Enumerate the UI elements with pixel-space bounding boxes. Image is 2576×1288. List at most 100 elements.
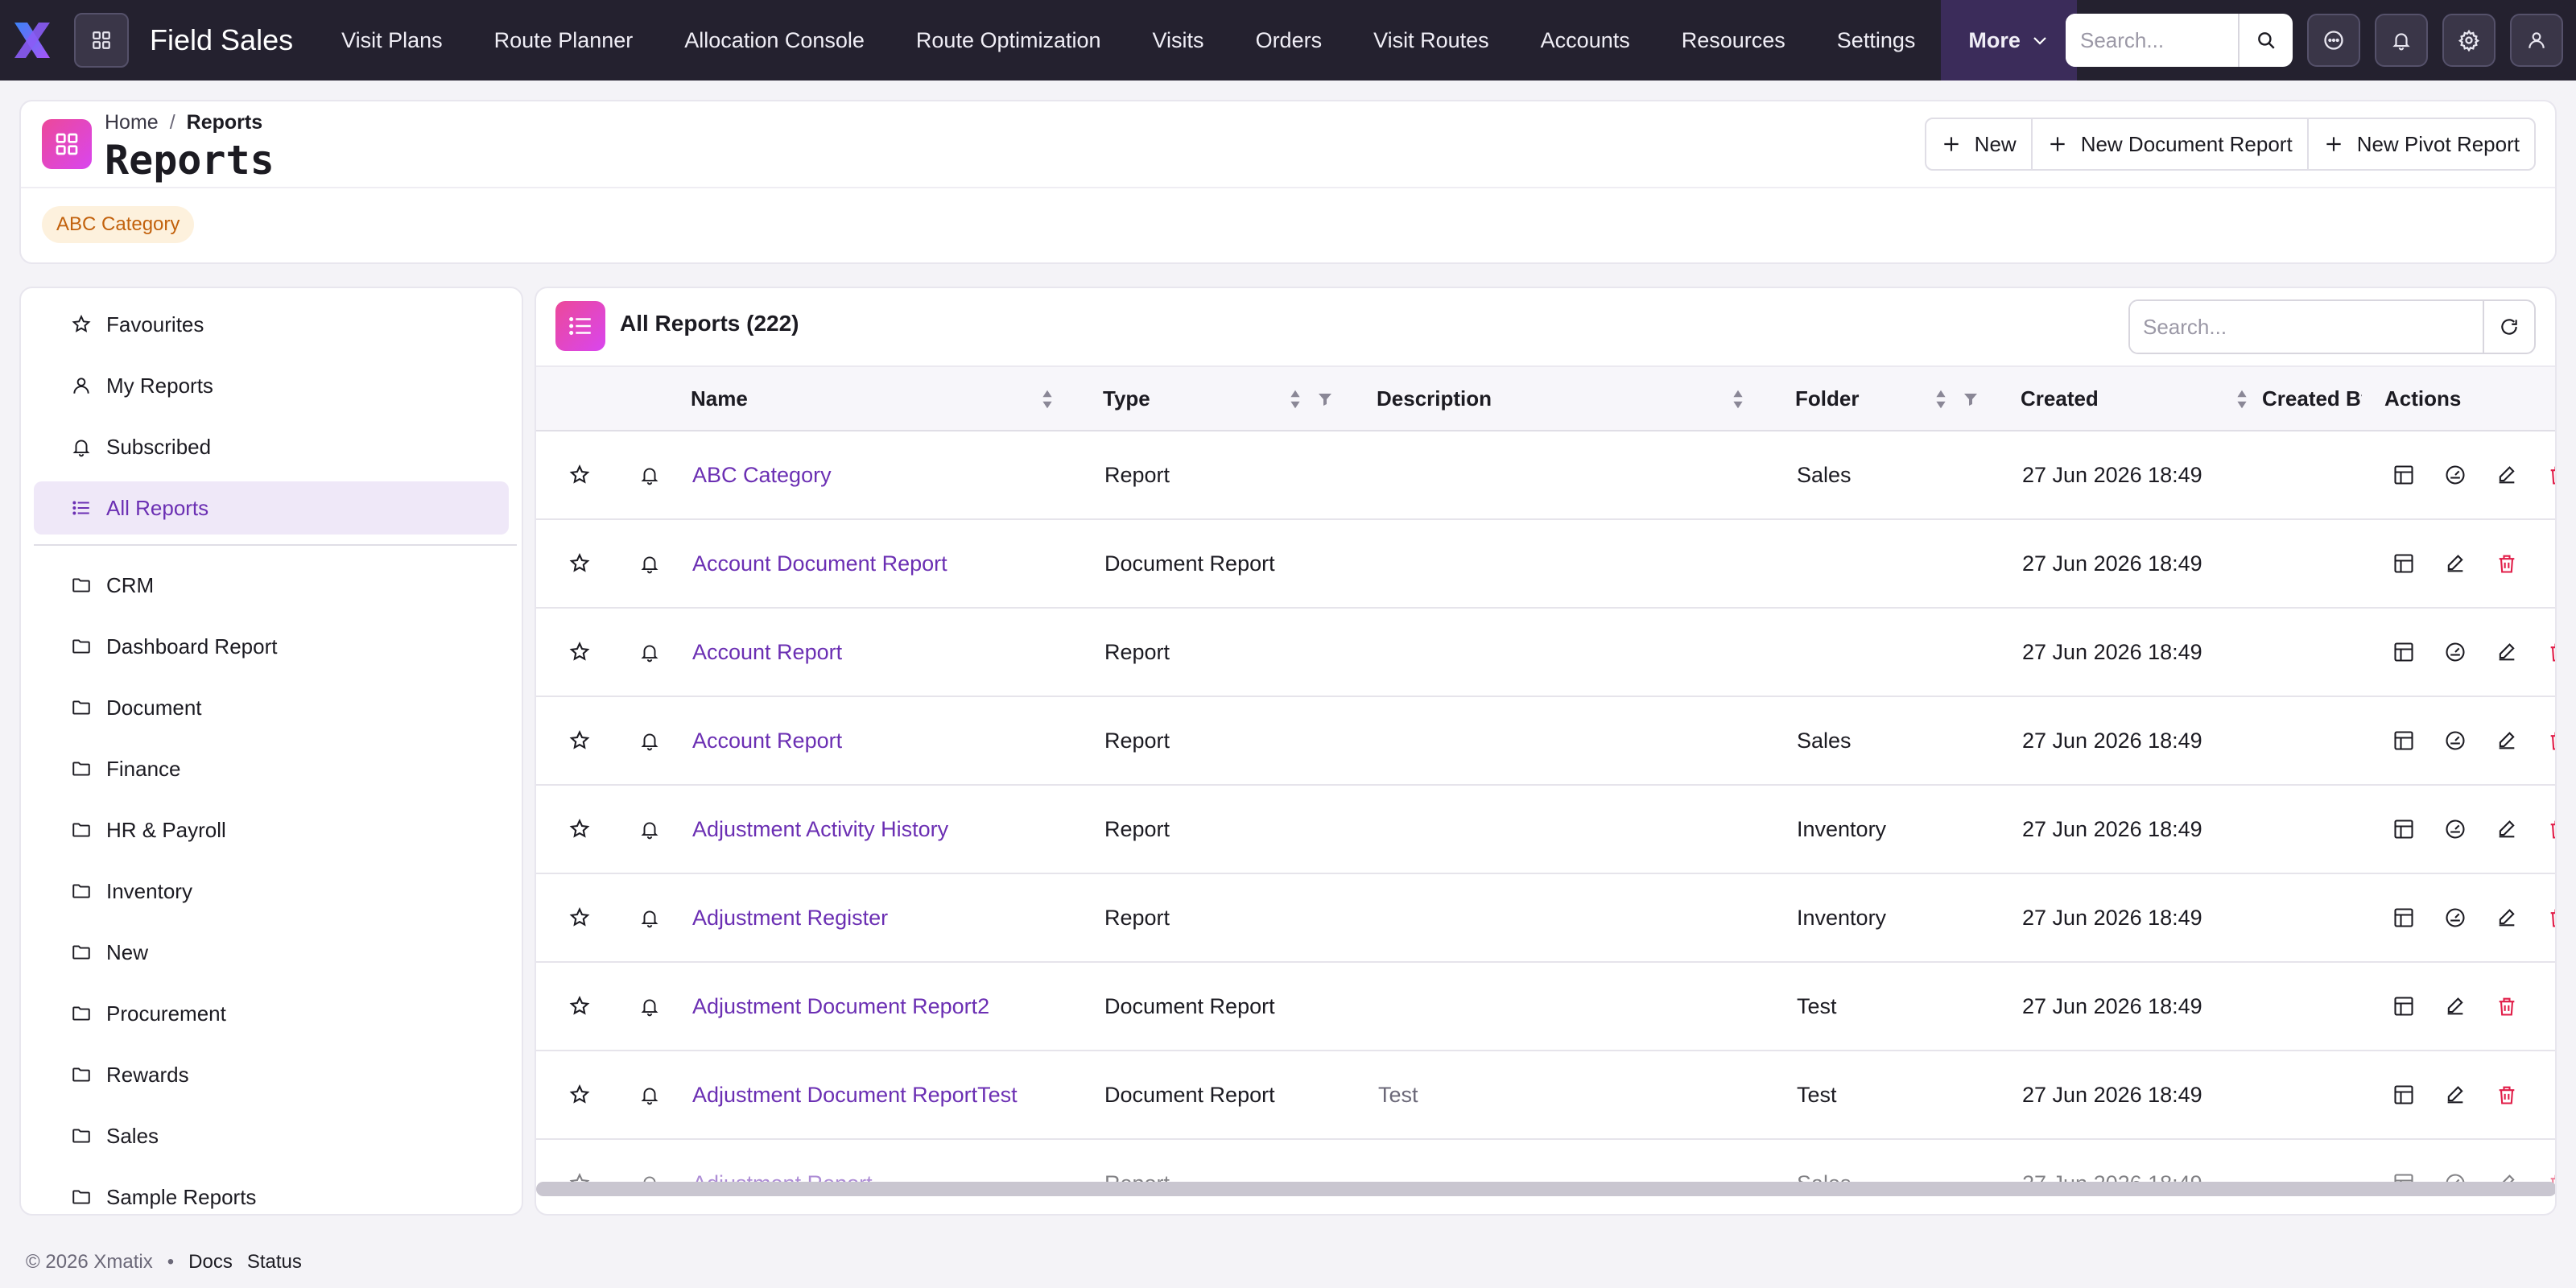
subscribe-toggle[interactable] <box>639 874 660 961</box>
open-layout-button[interactable] <box>2392 786 2415 873</box>
notifications-button[interactable] <box>2375 14 2428 67</box>
report-name-link[interactable]: Account Document Report <box>692 520 947 607</box>
table-row[interactable]: Adjustment Document ReportTest Document R… <box>536 1051 2555 1140</box>
delete-button[interactable] <box>2547 609 2555 696</box>
table-row[interactable]: Adjustment Activity History Report Invento… <box>536 786 2555 874</box>
new-button[interactable]: New <box>1926 119 2033 169</box>
sidebar-folder-document[interactable]: Document <box>34 681 509 734</box>
user-profile-button[interactable] <box>2510 14 2563 67</box>
chat-button[interactable] <box>2307 14 2360 67</box>
nav-item-route-optimization[interactable]: Route Optimization <box>890 0 1127 80</box>
report-name-link[interactable]: Adjustment Document Report2 <box>692 963 989 1050</box>
table-row[interactable]: Account Document Report Document Report 27… <box>536 520 2555 609</box>
table-row[interactable]: Adjustment Register Report Inventory 27 Jun… <box>536 874 2555 963</box>
column-header-name[interactable]: Name <box>691 367 748 430</box>
sidebar-item-subscribed[interactable]: Subscribed <box>34 420 509 473</box>
column-header-description[interactable]: Description <box>1377 367 1492 430</box>
report-name-link[interactable]: Adjustment Report <box>692 1140 873 1214</box>
open-layout-button[interactable] <box>2392 431 2415 518</box>
report-name-link[interactable]: ABC Category <box>692 431 832 518</box>
sidebar-folder-crm[interactable]: CRM <box>34 559 509 612</box>
sidebar-folder-new[interactable]: New <box>34 926 509 979</box>
sidebar-folder-rewards[interactable]: Rewards <box>34 1048 509 1101</box>
delete-button[interactable] <box>2547 786 2555 873</box>
horizontal-scrollbar[interactable] <box>536 1182 2555 1196</box>
nav-item-settings[interactable]: Settings <box>1811 0 1942 80</box>
delete-button[interactable] <box>2547 431 2555 518</box>
table-row[interactable]: Adjustment Report Report Sales 27 Jun 2026 … <box>536 1140 2555 1214</box>
sidebar-item-my-reports[interactable]: My Reports <box>34 359 509 412</box>
delete-button[interactable] <box>2496 1051 2518 1138</box>
subscribe-toggle[interactable] <box>639 697 660 784</box>
sort-icon[interactable] <box>1731 388 1745 411</box>
sidebar-folder-sample-reports[interactable]: Sample Reports <box>34 1170 509 1214</box>
table-row[interactable]: Account Report Report 27 Jun 2026 18:49 <box>536 609 2555 697</box>
dashboard-button[interactable] <box>2444 874 2467 961</box>
favourite-toggle[interactable] <box>568 431 591 518</box>
subscribe-toggle[interactable] <box>639 609 660 696</box>
nav-item-route-planner[interactable]: Route Planner <box>469 0 659 80</box>
edit-button[interactable] <box>2496 697 2518 784</box>
list-search-input[interactable] <box>2130 301 2483 353</box>
favourite-toggle[interactable] <box>568 1140 591 1214</box>
open-layout-button[interactable] <box>2392 963 2415 1050</box>
sidebar-folder-inventory[interactable]: Inventory <box>34 865 509 918</box>
column-header-type[interactable]: Type <box>1103 367 1150 430</box>
open-layout-button[interactable] <box>2392 1140 2415 1214</box>
open-layout-button[interactable] <box>2392 609 2415 696</box>
nav-item-orders[interactable]: Orders <box>1230 0 1348 80</box>
subscribe-toggle[interactable] <box>639 786 660 873</box>
new-document-report-button[interactable]: New Document Report <box>2033 119 2309 169</box>
nav-item-visit-routes[interactable]: Visit Routes <box>1348 0 1515 80</box>
favourite-toggle[interactable] <box>568 874 591 961</box>
column-header-created[interactable]: Created <box>2021 367 2099 430</box>
delete-button[interactable] <box>2547 697 2555 784</box>
favourite-toggle[interactable] <box>568 1051 591 1138</box>
edit-button[interactable] <box>2496 1140 2518 1214</box>
breadcrumb-home[interactable]: Home <box>105 111 159 134</box>
sidebar-item-favourites[interactable]: Favourites <box>34 298 509 351</box>
refresh-button[interactable] <box>2483 301 2534 353</box>
sort-icon[interactable] <box>1934 388 1948 411</box>
subscribe-toggle[interactable] <box>639 1140 660 1214</box>
filter-icon[interactable] <box>1317 391 1333 407</box>
sidebar-folder-sales[interactable]: Sales <box>34 1109 509 1162</box>
favourite-toggle[interactable] <box>568 697 591 784</box>
dashboard-button[interactable] <box>2444 1140 2467 1214</box>
subscribe-toggle[interactable] <box>639 520 660 607</box>
x-logo-icon[interactable] <box>10 18 55 63</box>
edit-button[interactable] <box>2496 609 2518 696</box>
sort-icon[interactable] <box>1040 388 1055 411</box>
dashboard-button[interactable] <box>2444 609 2467 696</box>
edit-button[interactable] <box>2444 963 2467 1050</box>
footer-link-docs[interactable]: Docs <box>188 1251 233 1274</box>
column-header-created-by[interactable]: Created By <box>2262 367 2362 430</box>
delete-button[interactable] <box>2496 963 2518 1050</box>
new-pivot-report-button[interactable]: New Pivot Report <box>2309 119 2534 169</box>
sort-icon[interactable] <box>1288 388 1302 411</box>
sidebar-folder-procurement[interactable]: Procurement <box>34 987 509 1040</box>
delete-button[interactable] <box>2547 1140 2555 1214</box>
settings-button[interactable] <box>2442 14 2496 67</box>
nav-item-accounts[interactable]: Accounts <box>1515 0 1656 80</box>
delete-button[interactable] <box>2496 520 2518 607</box>
footer-link-status[interactable]: Status <box>247 1251 302 1274</box>
dashboard-button[interactable] <box>2444 431 2467 518</box>
global-search-button[interactable] <box>2238 14 2293 67</box>
apps-grid-button[interactable] <box>74 13 129 68</box>
report-name-link[interactable]: Adjustment Document ReportTest <box>692 1051 1018 1138</box>
report-name-link[interactable]: Adjustment Register <box>692 874 888 961</box>
dashboard-button[interactable] <box>2444 786 2467 873</box>
subscribe-toggle[interactable] <box>639 431 660 518</box>
favourite-toggle[interactable] <box>568 786 591 873</box>
open-layout-button[interactable] <box>2392 874 2415 961</box>
nav-item-resources[interactable]: Resources <box>1656 0 1811 80</box>
sidebar-folder-finance[interactable]: Finance <box>34 742 509 795</box>
column-header-folder[interactable]: Folder <box>1795 367 1859 430</box>
edit-button[interactable] <box>2496 874 2518 961</box>
nav-item-visit-plans[interactable]: Visit Plans <box>316 0 469 80</box>
nav-item-allocation-console[interactable]: Allocation Console <box>658 0 890 80</box>
favourite-toggle[interactable] <box>568 520 591 607</box>
edit-button[interactable] <box>2444 520 2467 607</box>
edit-button[interactable] <box>2496 431 2518 518</box>
